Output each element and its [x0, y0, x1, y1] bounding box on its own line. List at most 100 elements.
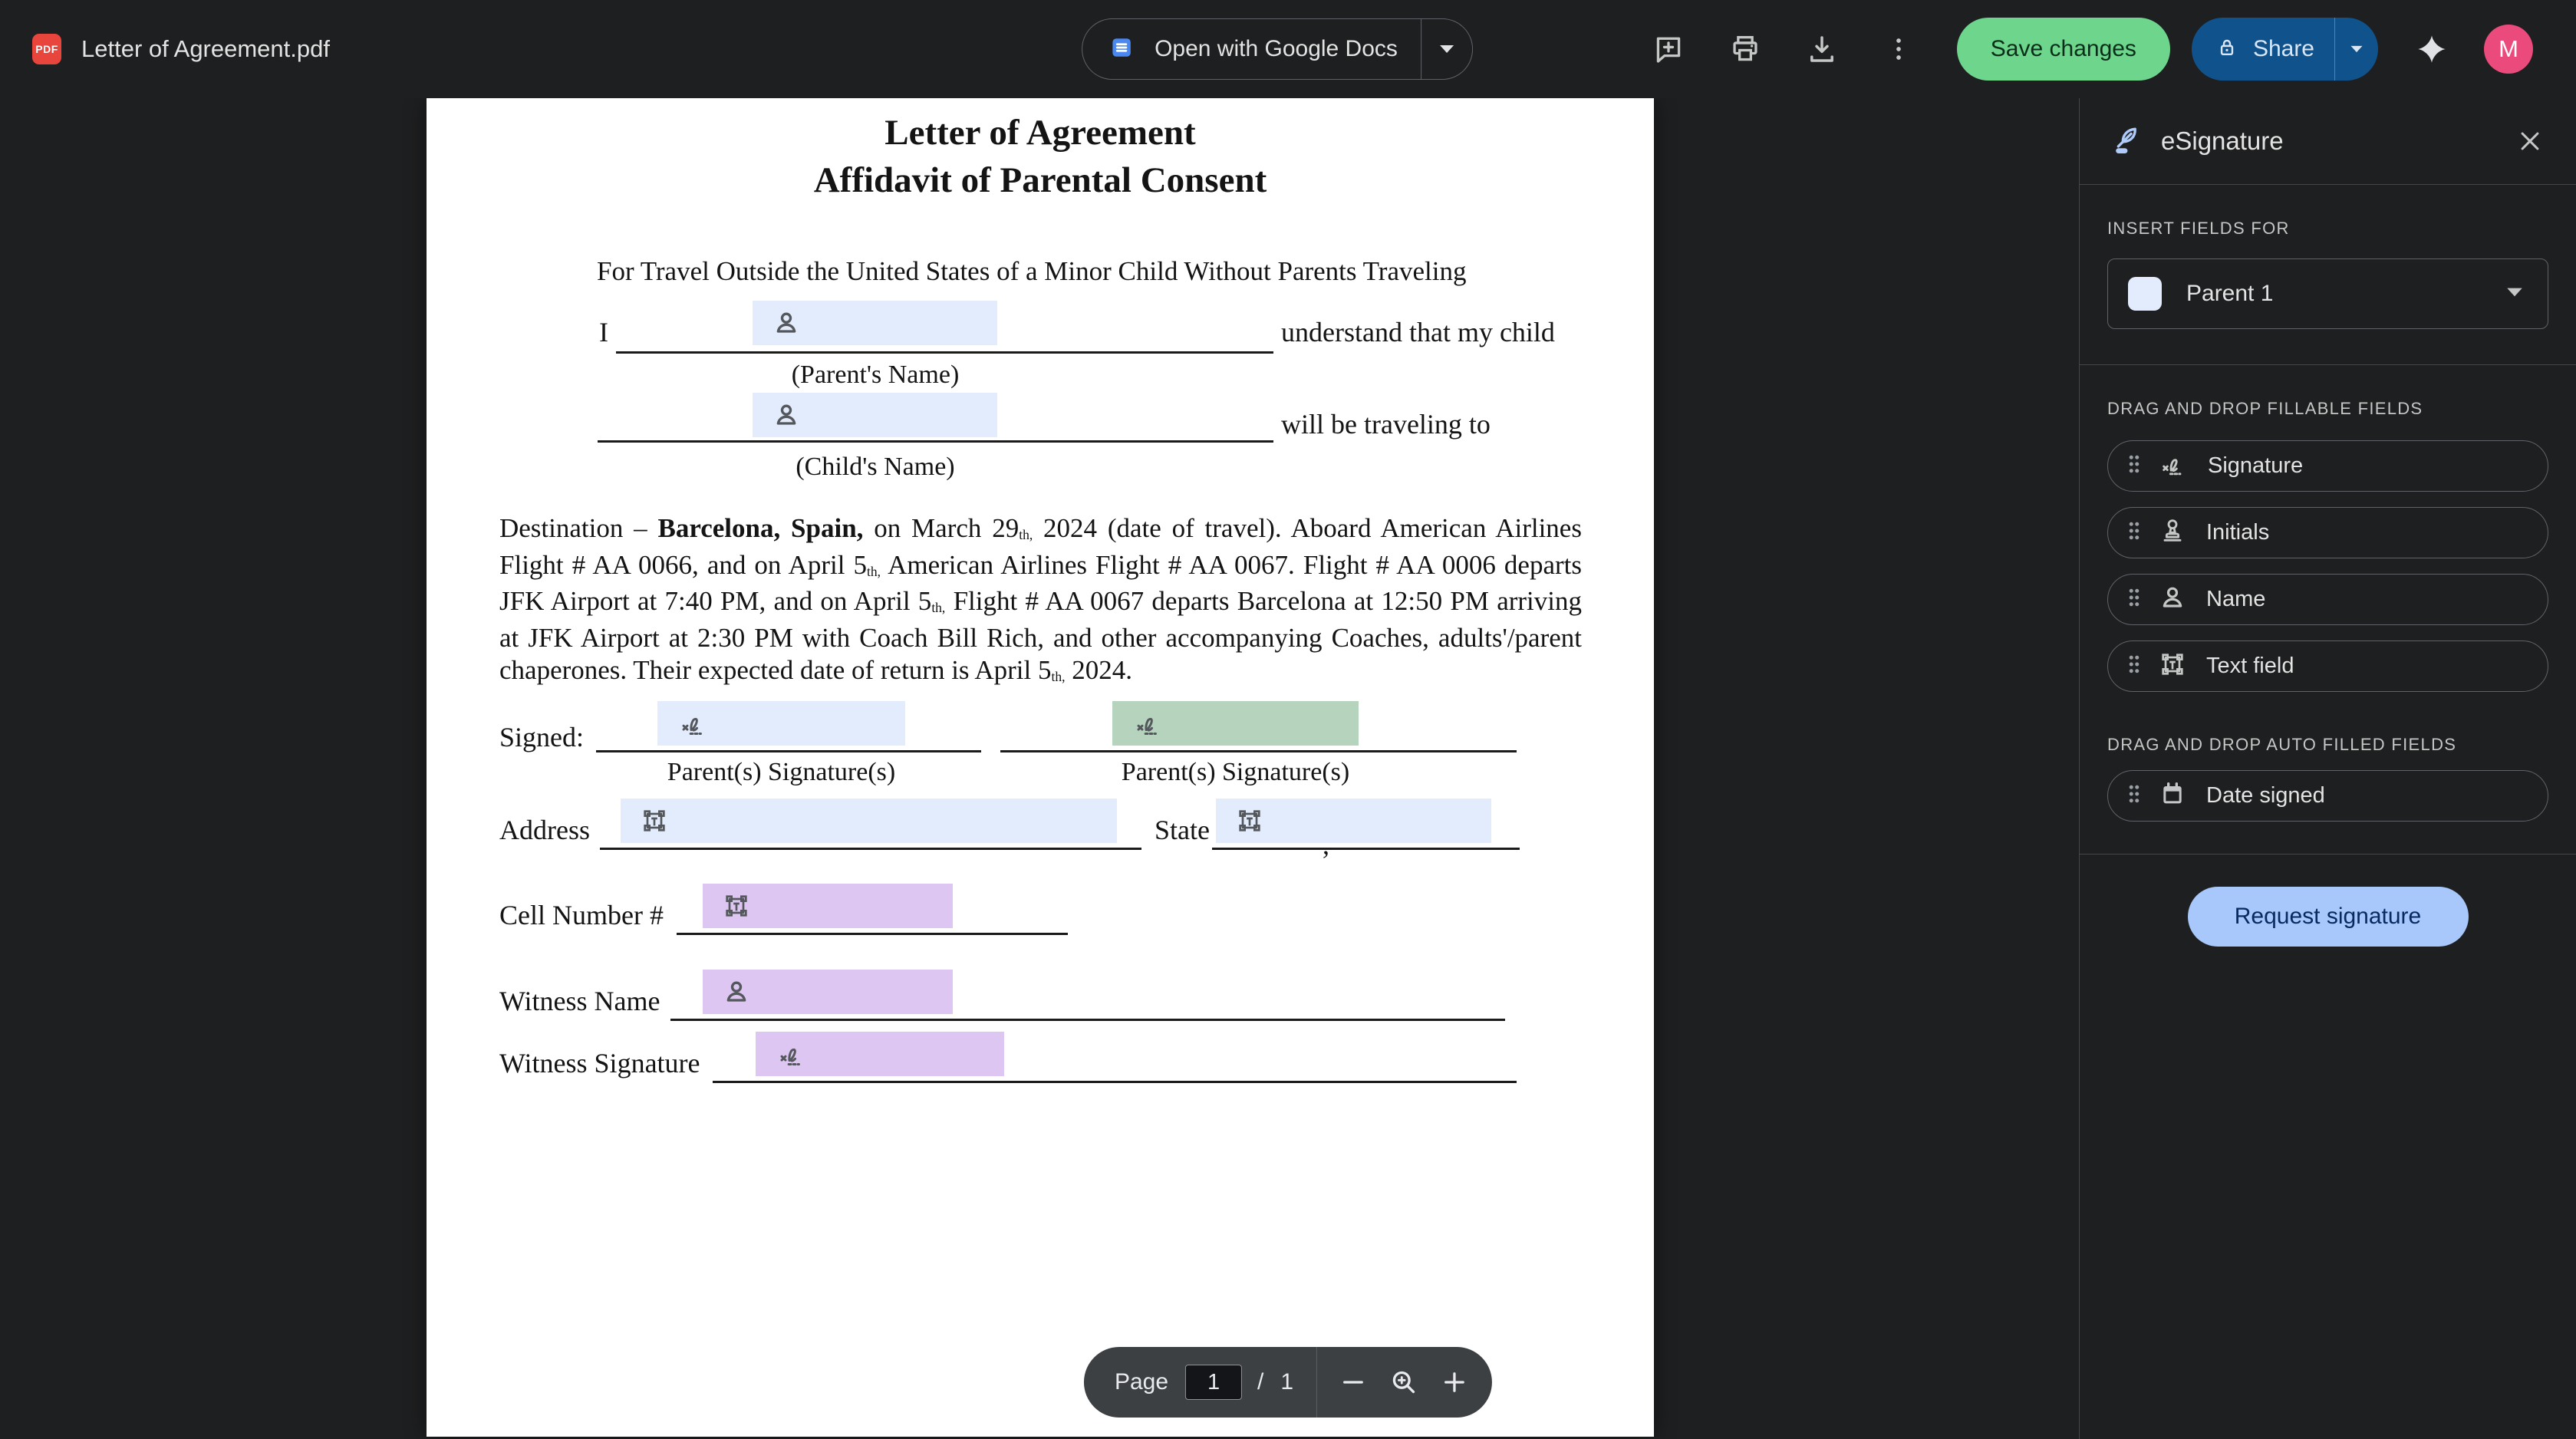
- pdf-file-icon: PDF: [32, 34, 61, 64]
- share-label: Share: [2253, 36, 2314, 62]
- zoom-tool-button[interactable]: [1379, 1347, 1429, 1418]
- drag-field-label: Text field: [2206, 654, 2294, 679]
- drag-field-signature[interactable]: Signature: [2107, 440, 2548, 492]
- close-panel-button[interactable]: [2512, 123, 2548, 160]
- address-label: Address: [499, 814, 590, 846]
- more-options-button[interactable]: [1880, 31, 1917, 68]
- panel-title: eSignature: [2161, 127, 2284, 156]
- drag-handle-icon: [2126, 782, 2142, 809]
- pdf-badge-label: PDF: [35, 43, 58, 55]
- open-with-label: Open with Google Docs: [1155, 36, 1398, 62]
- person-icon: [771, 308, 802, 338]
- drag-field-text-field[interactable]: Text field: [2107, 640, 2548, 692]
- text-field-state[interactable]: [1216, 799, 1491, 843]
- signature-line-left: [596, 750, 981, 752]
- chevron-down-icon: [1438, 44, 1456, 54]
- signer-selected-value: Parent 1: [2186, 281, 2273, 307]
- account-avatar[interactable]: M: [2484, 25, 2533, 74]
- file-info: PDF Letter of Agreement.pdf: [32, 34, 330, 64]
- parent-name-line: [616, 351, 1273, 354]
- pdf-page: Letter of Agreement Affidavit of Parenta…: [427, 98, 1654, 1437]
- text-field-icon: [639, 805, 670, 836]
- toolbar-divider: [1316, 1347, 1317, 1418]
- panel-divider: [2080, 364, 2576, 365]
- signature-field-parent1[interactable]: [657, 701, 905, 746]
- add-comment-button[interactable]: [1650, 31, 1687, 68]
- panel-divider: [2080, 184, 2576, 185]
- chevron-down-icon: [2505, 286, 2525, 302]
- person-icon: [2157, 582, 2188, 617]
- page-number-input[interactable]: [1185, 1365, 1242, 1400]
- add-comment-icon: [1652, 32, 1685, 66]
- save-changes-button[interactable]: Save changes: [1957, 18, 2170, 81]
- child-line-suffix: will be traveling to: [1281, 408, 1491, 440]
- text-field-cell-number[interactable]: [703, 884, 953, 928]
- signer-select[interactable]: Parent 1: [2107, 258, 2548, 329]
- signature-icon: [2157, 449, 2189, 483]
- panel-divider: [2080, 854, 2576, 855]
- intro-suffix: understand that my child: [1281, 316, 1555, 348]
- open-with-google-docs-button[interactable]: Open with Google Docs: [1082, 18, 1473, 80]
- download-icon: [1805, 32, 1839, 66]
- panel-header: eSignature: [2107, 98, 2548, 184]
- download-button[interactable]: [1804, 31, 1840, 68]
- intro-prefix: I: [599, 316, 608, 348]
- doc-title-line1: Letter of Agreement: [427, 112, 1654, 153]
- page-toolbar: Page / 1: [1084, 1347, 1492, 1418]
- name-field-witness[interactable]: [703, 970, 953, 1014]
- text-field-icon: [721, 891, 752, 921]
- signer-color-swatch: [2128, 277, 2162, 311]
- request-signature-button[interactable]: Request signature: [2188, 887, 2469, 947]
- calendar-icon: [2157, 779, 2188, 813]
- topbar: PDF Letter of Agreement.pdf Open with Go…: [0, 0, 2576, 98]
- state-label: State: [1155, 814, 1210, 846]
- text-field-icon: [1234, 805, 1265, 836]
- address-line: [600, 848, 1141, 850]
- witness-name-label: Witness Name: [499, 985, 660, 1017]
- signature-caption-left: Parent(s) Signature(s): [657, 758, 905, 787]
- print-button[interactable]: [1727, 31, 1764, 68]
- name-field-parent1[interactable]: [753, 301, 997, 345]
- esignature-pen-icon: [2107, 121, 2144, 162]
- person-icon: [721, 976, 752, 1007]
- witness-signature-label: Witness Signature: [499, 1047, 700, 1079]
- document-filename: Letter of Agreement.pdf: [81, 35, 330, 63]
- zoom-out-button[interactable]: [1328, 1347, 1379, 1418]
- text-field-address[interactable]: [621, 799, 1117, 843]
- magnifier-plus-icon: [1388, 1367, 1419, 1398]
- drag-handle-icon: [2126, 519, 2142, 546]
- child-name-caption: (Child's Name): [753, 453, 998, 482]
- drag-field-label: Date signed: [2206, 783, 2325, 808]
- child-name-line: [598, 440, 1273, 443]
- avatar-initial: M: [2499, 35, 2518, 63]
- print-icon: [1728, 32, 1762, 66]
- witness-name-line: [670, 1019, 1505, 1021]
- esignature-panel: eSignature INSERT FIELDS FOR Parent 1 DR…: [2079, 98, 2576, 1439]
- drag-handle-icon: [2126, 653, 2142, 680]
- signature-field-witness[interactable]: [756, 1032, 1004, 1076]
- drag-field-initials[interactable]: Initials: [2107, 507, 2548, 558]
- drag-field-date-signed[interactable]: Date signed: [2107, 770, 2548, 822]
- drag-field-label: Initials: [2206, 520, 2269, 545]
- gemini-button[interactable]: [2413, 31, 2450, 68]
- open-with-main-action[interactable]: Open with Google Docs: [1082, 19, 1421, 79]
- drag-field-label: Name: [2206, 587, 2265, 612]
- zoom-in-button[interactable]: [1429, 1347, 1480, 1418]
- drag-field-name[interactable]: Name: [2107, 574, 2548, 625]
- name-field-parent1-child[interactable]: [753, 393, 997, 437]
- share-dropdown-caret[interactable]: [2335, 18, 2378, 81]
- open-with-dropdown-caret[interactable]: [1421, 19, 1472, 79]
- signature-field-parent2[interactable]: [1112, 701, 1359, 746]
- signature-icon: [774, 1038, 809, 1070]
- initials-stamp-icon: [2157, 515, 2188, 550]
- signature-icon: [676, 707, 711, 739]
- sparkle-icon: [2415, 32, 2449, 66]
- signed-label: Signed:: [499, 721, 584, 753]
- parent-name-caption: (Parent's Name): [753, 361, 998, 390]
- chevron-down-icon: [2349, 44, 2364, 54]
- drag-handle-icon: [2126, 586, 2142, 613]
- signature-line-right: [1000, 750, 1517, 752]
- doc-subtitle: For Travel Outside the United States of …: [597, 256, 1466, 287]
- cell-number-label: Cell Number #: [499, 899, 664, 931]
- share-button[interactable]: Share: [2192, 18, 2334, 81]
